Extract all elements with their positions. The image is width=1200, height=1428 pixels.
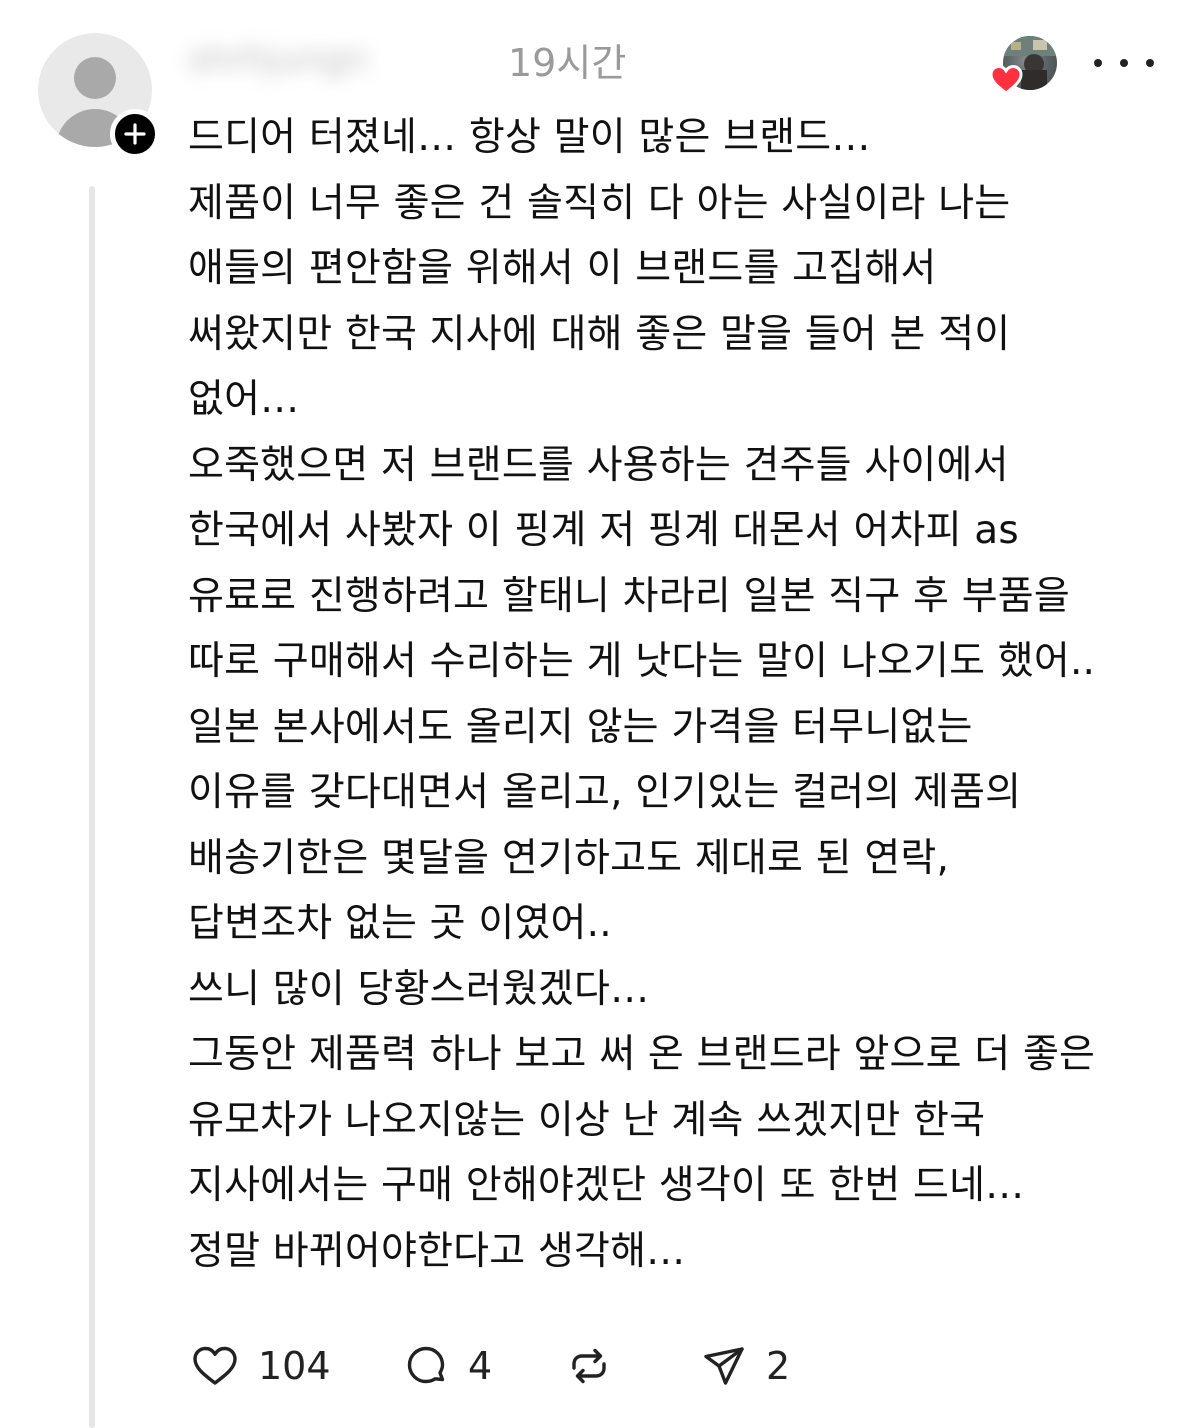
thread-post: shrhjungn 19시간 드디어 터졌네… 항상 말이 많은 브랜드… 제품… <box>0 0 1200 1428</box>
post-text-line: 제품이 너무 좋은 건 솔직히 다 아는 사실이라 나는 <box>188 180 1011 226</box>
post-text-line: 이유를 갖다대면서 올리고, 인기있는 컬러의 제품의 <box>188 770 1022 815</box>
like-button[interactable]: 104 <box>192 1336 331 1396</box>
post-text-line: 한국에서 사봤자 이 핑계 저 핑계 대몬서 어차피 as <box>188 508 1019 553</box>
post-text-line: 드디어 터졌네… 항상 말이 많은 브랜드… <box>188 115 871 160</box>
username-blurred[interactable]: shrhjungn <box>188 38 504 82</box>
more-dots-icon <box>1094 59 1102 67</box>
post-text-line: 정말 바뀌어야한다고 생각해… <box>188 1228 686 1274</box>
like-count: 104 <box>258 1344 331 1388</box>
action-bar: 104 4 2 <box>0 1336 1200 1396</box>
share-count: 2 <box>766 1344 791 1388</box>
thread-line <box>89 186 95 1428</box>
post-text-line: 배송기한은 몇달을 연기하고도 제대로 된 연락, <box>188 835 950 881</box>
comment-count: 4 <box>468 1344 493 1388</box>
plus-icon <box>124 123 146 145</box>
post-text-line: 없어… <box>188 377 300 422</box>
avatar-head-shape <box>74 57 116 99</box>
post-text-line: 일본 본사에서도 올리지 않는 가격을 터무니없는 <box>188 704 973 750</box>
more-dot-3 <box>1146 59 1154 67</box>
post-text-line: 오죽했으면 저 브랜드를 사용하는 견주들 사이에서 <box>188 442 1009 488</box>
post-text-line: 유모차가 나오지않는 이상 난 계속 쓰겠지만 한국 <box>188 1097 986 1143</box>
comment-bubble-icon <box>407 1346 445 1384</box>
post-text-line: 지사에서는 구매 안해야겠단 생각이 또 한번 드네… <box>188 1163 1025 1208</box>
post-text-line: 그동안 제품력 하나 보고 써 온 브랜드라 앞으로 더 좋은 <box>188 1032 1096 1077</box>
share-button[interactable]: 2 <box>702 1336 790 1396</box>
post-timestamp: 19시간 <box>508 41 627 85</box>
post-text-line: 답변조차 없는 곳 이였어.. <box>188 901 612 946</box>
post-text-line: 쓰니 많이 당황스러웠겠다… <box>188 966 650 1012</box>
post-text-line: 유료로 진행하려고 할태니 차라리 일본 직구 후 부품을 <box>188 573 1070 619</box>
more-dot-2 <box>1120 59 1128 67</box>
repost-button[interactable] <box>566 1336 612 1396</box>
more-options-button[interactable] <box>1094 46 1154 80</box>
follow-plus-button[interactable] <box>110 109 160 159</box>
post-text-line: 따로 구매해서 수리하는 게 낫다는 말이 나오기도 했어.. <box>188 639 1096 684</box>
comment-button[interactable]: 4 <box>404 1336 492 1396</box>
repost-icon <box>572 1348 606 1384</box>
heart-outline-icon <box>193 1346 237 1385</box>
heart-icon <box>989 64 1023 95</box>
post-body: 드디어 터졌네… 항상 말이 많은 브랜드… 제품이 너무 좋은 건 솔직히 다… <box>188 105 1178 1284</box>
post-text-line: 애들의 편안함을 위해서 이 브랜드를 고집해서 <box>188 246 937 291</box>
post-text-line: 써왔지만 한국 지사에 대해 좋은 말을 들어 본 적이 <box>188 311 1011 357</box>
send-icon <box>704 1347 744 1385</box>
